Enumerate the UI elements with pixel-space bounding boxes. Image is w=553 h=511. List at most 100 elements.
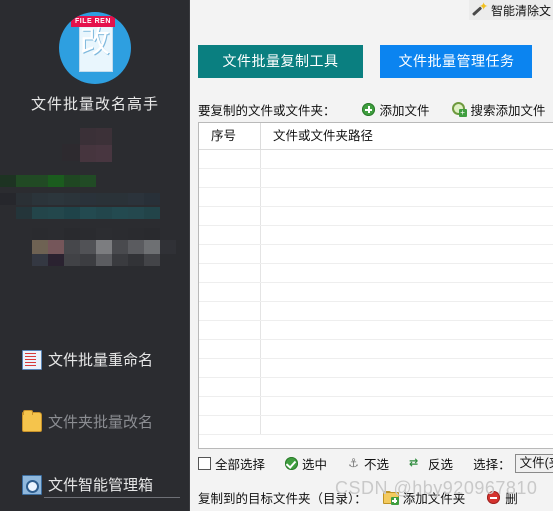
cell-path — [261, 397, 553, 415]
table-row[interactable] — [199, 207, 553, 226]
censored-block-3 — [0, 175, 96, 187]
cell-path — [261, 340, 553, 358]
cell-path — [261, 302, 553, 320]
search-plus-icon: + — [451, 102, 467, 117]
source-label: 要复制的文件或文件夹： — [198, 103, 336, 118]
search-add-file-button[interactable]: + 搜索添加文件 — [451, 100, 546, 119]
table-row[interactable] — [199, 302, 553, 321]
destination-label: 复制到的目标文件夹（目录）： — [198, 491, 367, 506]
select-type-dropdown[interactable]: 文件(夹) — [514, 453, 553, 473]
table-body[interactable] — [199, 150, 553, 448]
logo-glyph: 改 — [80, 25, 110, 60]
cell-path — [261, 283, 553, 301]
cell-index — [199, 283, 261, 301]
delete-folder-label: 删 — [505, 491, 518, 506]
cell-path — [261, 245, 553, 263]
table-row[interactable] — [199, 169, 553, 188]
select-checked-label: 选中 — [302, 457, 328, 472]
tab-bar: 文件批量复制工具 文件批量管理任务 — [198, 45, 533, 78]
smart-clear-button[interactable]: ✦ 智能清除文 — [468, 0, 553, 20]
plus-circle-icon — [361, 102, 375, 116]
selection-toolbar: 全部选择 选中 ⚓ 不选 ⇄ 反选 选择： 文件(夹) — [198, 452, 553, 474]
minus-circle-icon — [487, 490, 501, 504]
logo-tag-label: FILE REN — [71, 16, 115, 27]
main-panel: ✦ 智能清除文 文件批量复制工具 文件批量管理任务 要复制的文件或文件夹： 添加… — [190, 0, 553, 511]
select-checked-button[interactable]: 选中 — [285, 454, 327, 473]
cell-index — [199, 245, 261, 263]
table-row[interactable] — [199, 321, 553, 340]
tab-batch-copy-tool[interactable]: 文件批量复制工具 — [198, 45, 363, 78]
sidebar-item-folder-rename[interactable]: 文件夹批量改名 — [22, 409, 153, 432]
invert-selection-label: 反选 — [428, 457, 454, 472]
cell-path — [261, 416, 553, 434]
censored-block-8 — [32, 254, 160, 266]
anchor-icon: ⚓ — [348, 455, 359, 470]
table-row[interactable] — [199, 264, 553, 283]
table-header-row: 序号 文件或文件夹路径 — [199, 123, 553, 150]
select-all-checkbox[interactable]: 全部选择 — [198, 454, 265, 473]
app-logo-icon: 改 FILE REN — [59, 12, 131, 84]
checkbox-icon[interactable] — [198, 456, 211, 470]
table-row[interactable] — [199, 340, 553, 359]
top-toolbar: ✦ 智能清除文 — [190, 0, 553, 22]
cell-index — [199, 416, 261, 434]
cell-index — [199, 321, 261, 339]
cell-index — [199, 340, 261, 358]
cell-index — [199, 378, 261, 396]
cell-path — [261, 169, 553, 187]
swap-icon: ⇄ — [409, 456, 418, 469]
cell-path — [261, 226, 553, 244]
deselect-button[interactable]: ⚓ 不选 — [347, 454, 389, 473]
delete-folder-button[interactable]: 删 — [487, 488, 518, 507]
cell-index — [199, 359, 261, 377]
censored-block-4 — [0, 193, 160, 205]
cell-path — [261, 188, 553, 206]
add-file-button[interactable]: 添加文件 — [361, 100, 430, 119]
sidebar-item-smart-file-box[interactable]: 文件智能管理箱 — [22, 474, 153, 495]
table-row[interactable] — [199, 378, 553, 397]
censored-block-1 — [80, 128, 112, 162]
invert-selection-button[interactable]: ⇄ 反选 — [409, 454, 453, 473]
table-row[interactable] — [199, 397, 553, 416]
sidebar-item-label: 文件批量重命名 — [48, 352, 154, 369]
cell-index — [199, 150, 261, 168]
table-row[interactable] — [199, 226, 553, 245]
cell-path — [261, 207, 553, 225]
app-logo-container: 改 FILE REN — [0, 12, 190, 89]
sidebar-item-file-rename[interactable]: 文件批量重命名 — [22, 349, 153, 370]
add-file-label: 添加文件 — [379, 103, 430, 118]
table-row[interactable] — [199, 283, 553, 302]
sidebar-item-label: 文件智能管理箱 — [48, 477, 154, 494]
cell-index — [199, 397, 261, 415]
cell-path — [261, 378, 553, 396]
file-list-table[interactable]: 序号 文件或文件夹路径 — [198, 122, 553, 449]
deselect-label: 不选 — [364, 457, 390, 472]
cell-index — [199, 169, 261, 187]
table-row[interactable] — [199, 416, 553, 435]
add-folder-button[interactable]: 添加文件夹 — [382, 488, 465, 507]
sidebar-selected-underline — [44, 497, 180, 498]
magic-wand-icon: ✦ — [471, 2, 488, 17]
table-row[interactable] — [199, 359, 553, 378]
document-lines-icon — [22, 349, 42, 370]
source-toolbar: 要复制的文件或文件夹： 添加文件 + 搜索添加文件 — [198, 99, 553, 119]
cell-index — [199, 302, 261, 320]
cell-path — [261, 264, 553, 282]
cell-path — [261, 321, 553, 339]
cell-index — [199, 188, 261, 206]
select-type-label: 选择： — [473, 457, 511, 472]
tab-batch-manage-task[interactable]: 文件批量管理任务 — [380, 45, 533, 78]
cell-path — [261, 150, 553, 168]
application-window: 改 FILE REN 文件批量改名高手 文件批量重命名 文件夹批量改名 文件智能… — [0, 0, 553, 511]
table-row[interactable] — [199, 188, 553, 207]
destination-toolbar: 复制到的目标文件夹（目录）： 添加文件夹 删 — [198, 487, 553, 507]
sidebar: 改 FILE REN 文件批量改名高手 文件批量重命名 文件夹批量改名 文件智能… — [0, 0, 190, 511]
app-title: 文件批量改名高手 — [30, 96, 159, 113]
table-row[interactable] — [199, 245, 553, 264]
censored-block-7 — [32, 240, 176, 254]
table-row[interactable] — [199, 150, 553, 169]
cell-index — [199, 264, 261, 282]
column-header-path[interactable]: 文件或文件夹路径 — [261, 123, 553, 149]
cell-path — [261, 359, 553, 377]
column-header-index[interactable]: 序号 — [199, 123, 261, 149]
